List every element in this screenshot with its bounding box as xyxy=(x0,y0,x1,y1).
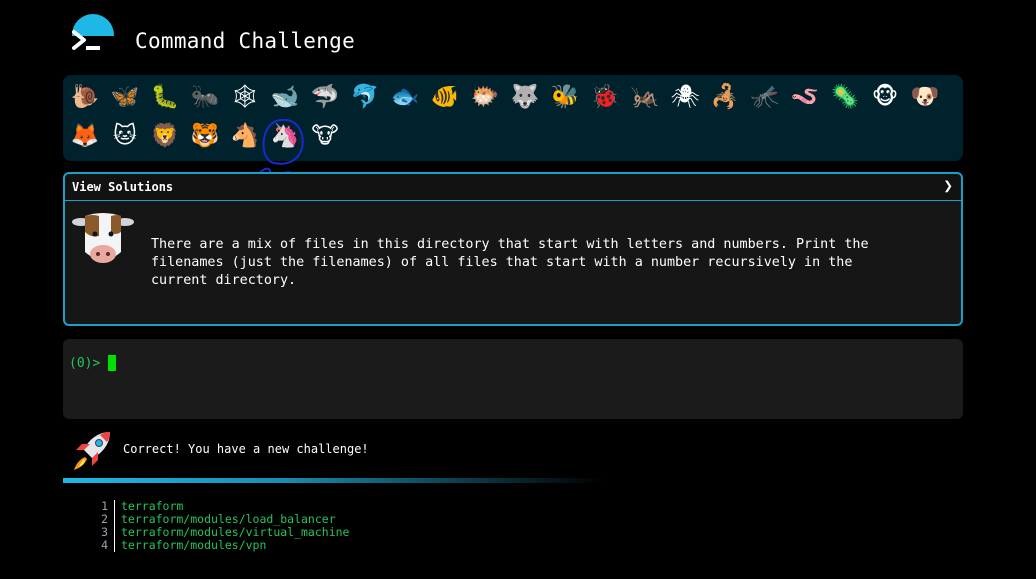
output-text: terraform/modules/vpn xyxy=(121,538,267,552)
challenge-animal-icon[interactable]: 🐬 xyxy=(347,79,383,115)
cow-icon xyxy=(72,213,134,263)
challenge-animal-icon[interactable]: 🦁 xyxy=(147,118,183,154)
challenge-animal-icon[interactable]: 🦊 xyxy=(67,118,103,154)
page-title: Command Challenge xyxy=(135,29,356,53)
challenge-animal-icon[interactable]: 🐺 xyxy=(507,79,543,115)
challenge-animal-icon[interactable]: 🐜 xyxy=(187,79,223,115)
challenge-animal-icon[interactable]: 🐝 xyxy=(547,79,583,115)
output-line: 4 terraform/modules/vpn xyxy=(90,539,349,552)
challenge-animal-bar: 🐌 🦋 🐛 🐜 🕸 🐋 🦈 🐬 🐟 🐠 🐡 🐺 🐝 🐞 🦗 🕷 🦂 🦟 🪱 🦠 🐵 🐶 🦊 🐱 🦁 🐯 🐴 🦄 🐮 xyxy=(63,75,963,161)
challenge-animal-icon[interactable]: 🐵 xyxy=(867,79,903,115)
challenge-animal-icon[interactable]: 🦋 xyxy=(107,79,143,115)
challenge-animal-icon[interactable]: 🐛 xyxy=(147,79,183,115)
view-solutions-label: View Solutions xyxy=(72,180,174,194)
terminal-prompt-icon[interactable] xyxy=(70,28,106,56)
challenge-animal-icon[interactable]: 🦂 xyxy=(707,79,743,115)
view-solutions-toggle[interactable]: View Solutions ❯ xyxy=(65,174,961,201)
challenge-animal-icon[interactable]: 🐶 xyxy=(907,79,943,115)
challenge-animal-icon[interactable]: 🐞 xyxy=(587,79,623,115)
challenge-animal-icon[interactable]: 🕷 xyxy=(667,79,703,115)
animal-row-1: 🐌 🦋 🐛 🐜 🕸 🐋 🦈 🐬 🐟 🐠 🐡 🐺 🐝 🐞 🦗 🕷 🦂 🦟 🪱 🦠 🐵 🐶 xyxy=(67,79,943,115)
terminal-cursor xyxy=(108,355,116,371)
challenge-animal-icon[interactable]: 🐱 xyxy=(107,118,143,154)
challenge-animal-icon[interactable]: 🪱 xyxy=(787,79,823,115)
challenge-animal-icon[interactable]: 🦟 xyxy=(747,79,783,115)
status-message: Correct! You have a new challenge! xyxy=(123,442,369,456)
challenge-animal-icon[interactable]: 🦈 xyxy=(307,79,343,115)
chevron-right-icon[interactable]: ❯ xyxy=(943,176,953,195)
challenge-animal-icon[interactable]: 🐮 xyxy=(307,118,343,154)
terminal-input[interactable]: (0)> xyxy=(63,339,963,419)
rocket-icon xyxy=(74,432,110,470)
challenge-animal-icon[interactable]: 🐋 xyxy=(267,79,303,115)
challenge-animal-icon[interactable]: 🐟 xyxy=(387,79,423,115)
challenge-animal-icon[interactable]: 🦄 xyxy=(267,118,303,154)
challenge-animal-icon[interactable]: 🐴 xyxy=(227,118,263,154)
page: Command Challenge 🐌 🦋 🐛 🐜 🕸 🐋 🦈 🐬 🐟 🐠 🐡 🐺 🐝 🐞 🦗 🕷 🦂 🦟 🪱 🦠 🐵 🐶… xyxy=(0,0,1036,579)
challenge-animal-icon[interactable]: 🦗 xyxy=(627,79,663,115)
challenge-animal-icon[interactable]: 🐠 xyxy=(427,79,463,115)
challenge-animal-icon[interactable]: 🐌 xyxy=(67,79,103,115)
command-output: 1 terraform 2 terraform/modules/load_balanc… xyxy=(90,500,349,552)
animal-row-2: 🦊 🐱 🦁 🐯 🐴 🦄 🐮 xyxy=(67,118,343,154)
challenge-text: There are a mix of files in this directo… xyxy=(151,237,869,288)
challenge-animal-icon[interactable]: 🐯 xyxy=(187,118,223,154)
challenge-animal-icon[interactable]: 🦠 xyxy=(827,79,863,115)
progress-bar xyxy=(63,478,603,483)
challenge-animal-icon[interactable]: 🕸 xyxy=(227,79,263,115)
challenge-panel: View Solutions ❯ There are a mix of file… xyxy=(63,172,963,326)
line-number: 4 xyxy=(101,538,108,552)
challenge-animal-icon[interactable]: 🐡 xyxy=(467,79,503,115)
terminal-prompt: (0)> xyxy=(69,356,101,371)
